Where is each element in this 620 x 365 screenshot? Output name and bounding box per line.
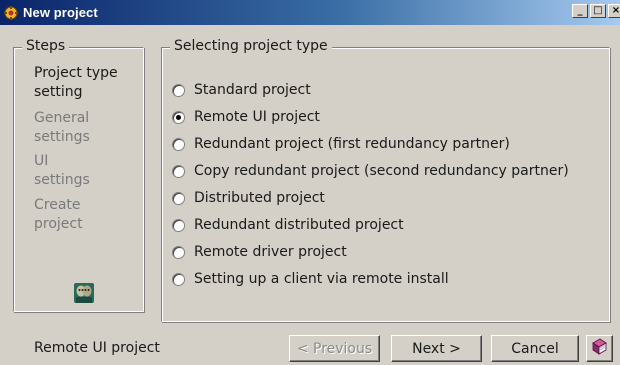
step-general-settings: General settings (34, 109, 90, 147)
step-label-line2: project (34, 216, 83, 232)
step-label-line2: setting (34, 84, 83, 100)
option-copy-redundant-project[interactable]: Copy redundant project (second redundanc… (172, 163, 569, 179)
option-standard-project[interactable]: Standard project (172, 82, 311, 98)
radio-button[interactable] (172, 245, 185, 259)
cancel-button[interactable]: Cancel (491, 335, 579, 362)
project-type-legend: Selecting project type (170, 38, 332, 54)
help-book-icon (591, 338, 608, 359)
option-remote-install-client[interactable]: Setting up a client via remote install (172, 271, 449, 287)
option-label: Standard project (194, 82, 311, 98)
project-wizard-icon (4, 5, 18, 20)
title-bar[interactable]: New project _ □ × (0, 0, 620, 25)
step-ui-settings: UI settings (34, 152, 90, 190)
option-remote-ui-project[interactable]: Remote UI project (172, 109, 320, 125)
option-label: Remote driver project (194, 244, 347, 260)
step-label-line2: settings (34, 129, 90, 145)
option-distributed-project[interactable]: Distributed project (172, 190, 325, 206)
project-type-group: Selecting project type Standard project … (161, 38, 610, 322)
step-label-line2: settings (34, 172, 90, 188)
steps-group: Steps Project type setting General setti… (13, 38, 144, 312)
option-label: Distributed project (194, 190, 325, 206)
radio-button[interactable] (172, 272, 185, 286)
option-label: Copy redundant project (second redundanc… (194, 163, 569, 179)
step-label-line1: UI (34, 153, 49, 169)
maximize-button[interactable]: □ (590, 4, 606, 18)
radio-button[interactable] (172, 191, 185, 205)
option-label: Redundant distributed project (194, 217, 404, 233)
steps-legend: Steps (22, 38, 70, 54)
users-icon (74, 283, 94, 303)
option-redundant-project[interactable]: Redundant project (first redundancy part… (172, 136, 510, 152)
step-label-line1: Create (34, 197, 81, 213)
window-controls: _ □ × (572, 4, 620, 18)
radio-button[interactable] (172, 164, 185, 178)
step-label-line1: Project type (34, 65, 118, 81)
option-label: Redundant project (first redundancy part… (194, 136, 510, 152)
radio-button[interactable] (172, 218, 185, 232)
radio-button-selected[interactable] (172, 110, 185, 124)
window-title: New project (23, 5, 98, 20)
option-label: Remote UI project (194, 109, 320, 125)
step-create-project: Create project (34, 196, 83, 234)
close-button[interactable]: × (608, 4, 620, 18)
option-redundant-distributed-project[interactable]: Redundant distributed project (172, 217, 404, 233)
step-label-line1: General (34, 110, 90, 126)
status-text: Remote UI project (34, 340, 160, 356)
option-label: Setting up a client via remote install (194, 271, 449, 287)
option-remote-driver-project[interactable]: Remote driver project (172, 244, 347, 260)
next-button[interactable]: Next > (391, 335, 482, 362)
radio-button[interactable] (172, 83, 185, 97)
previous-button[interactable]: < Previous (289, 335, 380, 362)
new-project-window: New project _ □ × Steps Project type set… (0, 0, 620, 365)
step-project-type-setting: Project type setting (34, 64, 118, 102)
help-button[interactable] (586, 335, 613, 362)
radio-button[interactable] (172, 137, 185, 151)
minimize-button[interactable]: _ (572, 4, 588, 18)
